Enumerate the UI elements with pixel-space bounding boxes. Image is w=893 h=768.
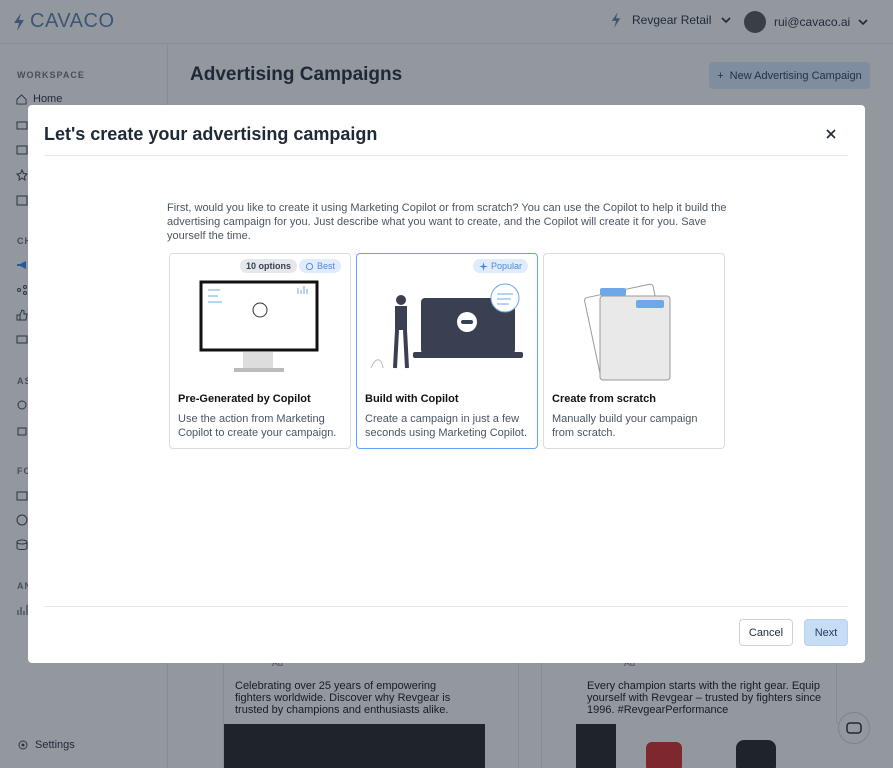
options-count-badge: 10 options — [240, 259, 298, 273]
create-campaign-dialog: Let's create your advertising campaign F… — [28, 105, 865, 663]
monitor-illustration — [199, 280, 319, 372]
badge-label: Popular — [491, 261, 523, 271]
option-build-with-copilot[interactable]: Popular Build with Copilot Create a camp… — [356, 253, 538, 449]
best-badge: Best — [299, 259, 342, 273]
close-icon[interactable] — [825, 128, 837, 140]
dialog-title: Let's create your advertising campaign — [44, 124, 378, 144]
popular-badge: Popular — [473, 259, 529, 273]
dialog-intro: First, would you like to create it using… — [167, 202, 727, 242]
award-icon — [305, 262, 314, 270]
option-description: Manually build your campaign from scratc… — [552, 413, 698, 439]
sparkle-icon — [479, 261, 488, 271]
cancel-button[interactable]: Cancel — [739, 619, 793, 646]
option-title: Build with Copilot — [365, 393, 459, 405]
option-description: Create a campaign in just a few seconds … — [365, 413, 528, 439]
divider — [44, 155, 848, 156]
next-button[interactable]: Next — [804, 619, 848, 646]
option-pre-generated[interactable]: 10 options Best Pre-Generated by Copilot… — [169, 253, 351, 449]
option-description: Use the action from Marketing Copilot to… — [178, 413, 337, 439]
option-title: Create from scratch — [552, 393, 656, 405]
badge-label: Best — [317, 261, 336, 271]
clipboard-illustration — [584, 283, 671, 381]
copilot-illustration — [370, 283, 523, 369]
divider — [44, 606, 848, 607]
option-title: Pre-Generated by Copilot — [178, 393, 311, 405]
option-create-from-scratch[interactable]: Create from scratch Manually build your … — [543, 253, 725, 449]
